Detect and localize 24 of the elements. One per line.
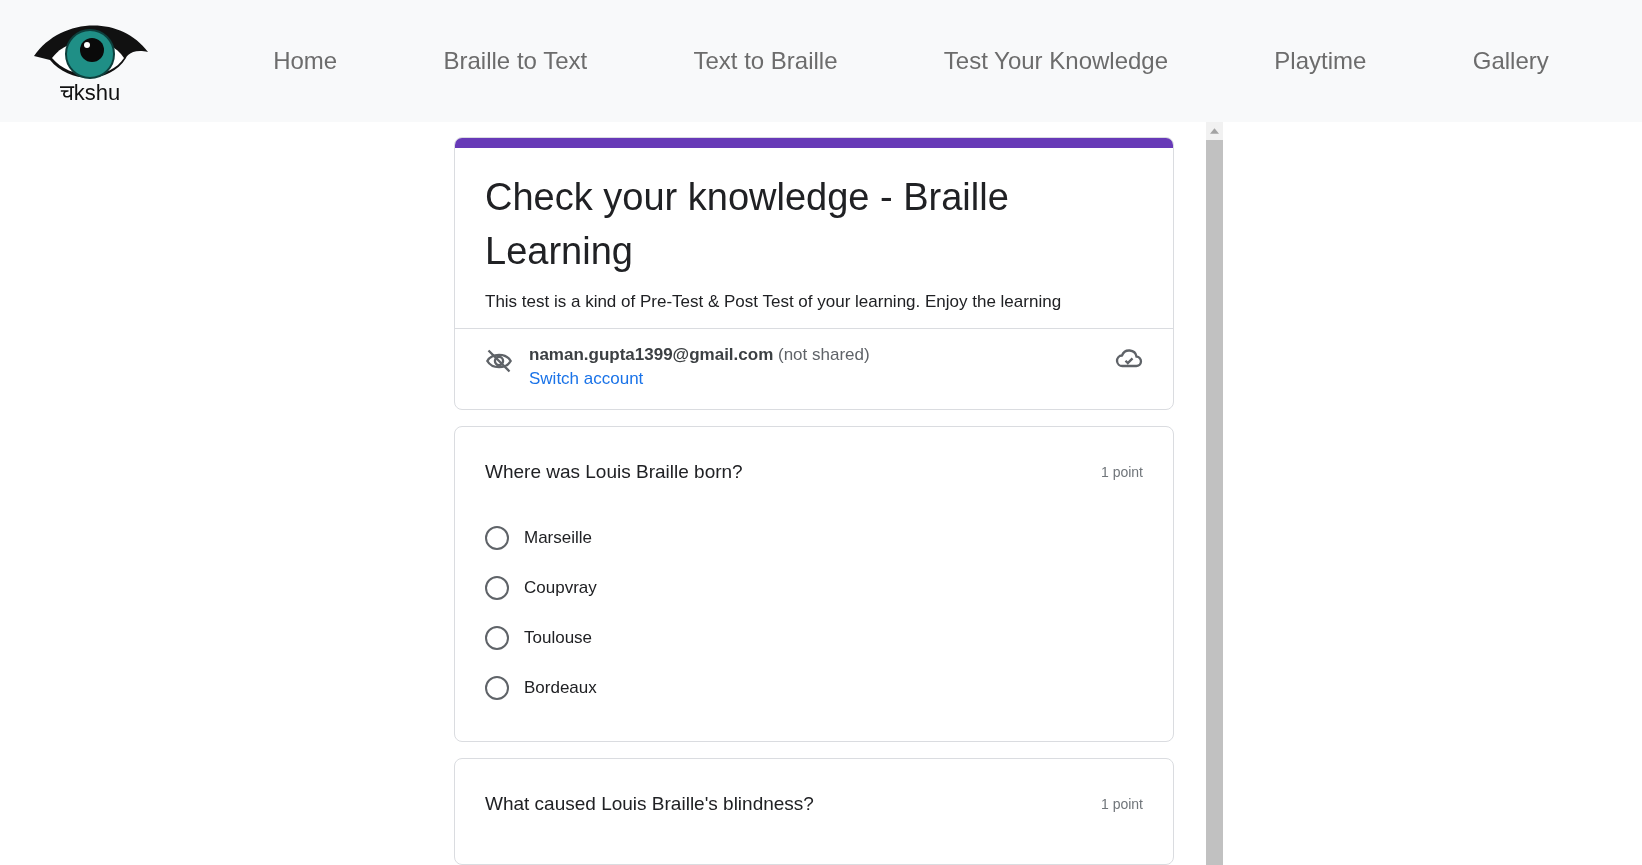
eye-off-icon	[485, 347, 513, 375]
option-label: Marseille	[524, 528, 593, 548]
nav-link[interactable]: Text to Braille	[693, 47, 838, 75]
option-label: Bordeaux	[524, 678, 597, 698]
nav-link[interactable]: Braille to Text	[443, 47, 588, 75]
nav-link[interactable]: Playtime	[1274, 47, 1367, 75]
option-label: Coupvray	[524, 578, 597, 598]
radio-button[interactable]	[485, 526, 509, 550]
form-description: This test is a kind of Pre-Test & Post Test of your learning. Enjoy the learning	[485, 292, 1063, 312]
radio-button[interactable]	[485, 626, 509, 650]
account-email: naman.gupta1399@gmail.com (not shared)	[529, 345, 871, 365]
nav-link[interactable]: Test Your Knowledge	[943, 47, 1169, 75]
question-text: What caused Louis Braille's blindness?	[485, 793, 814, 815]
nav-link[interactable]: Gallery	[1472, 47, 1549, 75]
radio-button[interactable]	[485, 576, 509, 600]
points-label: 1 point	[1100, 796, 1143, 812]
switch-account-link[interactable]: Switch account	[529, 369, 644, 389]
nav-link[interactable]: Home	[273, 47, 338, 75]
option-label: Toulouse	[524, 628, 593, 648]
radio-button[interactable]	[485, 676, 509, 700]
question-text: Where was Louis Braille born?	[485, 461, 743, 483]
logo-text: चkshu	[59, 82, 121, 104]
form-title: Check your knowledge - Braille Learning	[485, 175, 1010, 274]
points-label: 1 point	[1100, 464, 1143, 480]
